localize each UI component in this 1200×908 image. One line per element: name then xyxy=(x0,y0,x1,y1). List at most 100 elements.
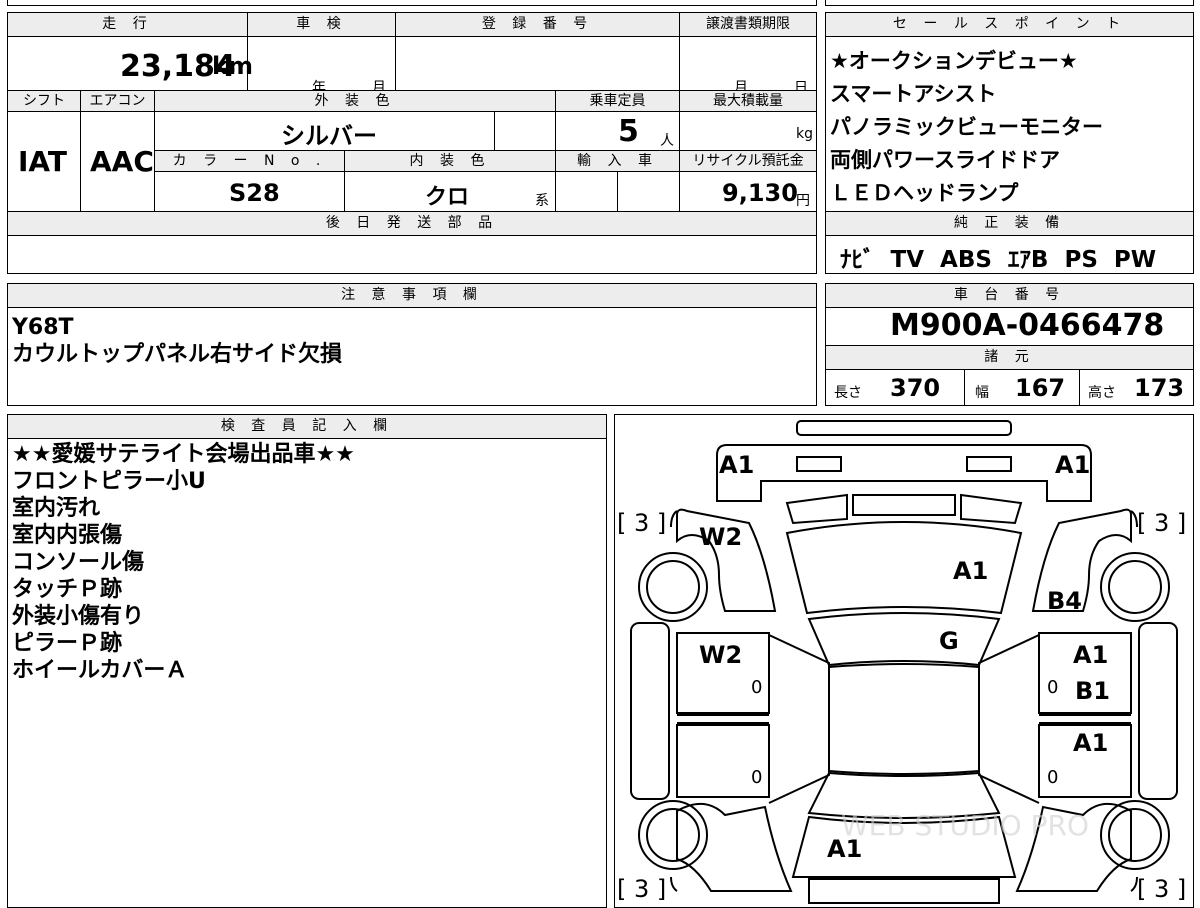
capacity-header: 乗車定員 xyxy=(555,90,680,112)
label-fender-right: B4 xyxy=(1047,587,1082,615)
shift-header: シフト xyxy=(7,90,81,112)
import-cell-1 xyxy=(555,171,618,212)
max-load-unit: kg xyxy=(796,126,813,142)
color-no-value: S28 xyxy=(229,179,280,207)
roof xyxy=(828,663,980,775)
inspector-panel: ★★愛媛サテライト会場出品車★★ フロントピラー小U 室内汚れ 室内内張傷 コン… xyxy=(7,438,607,908)
label-door-rr: A1 xyxy=(1073,729,1109,757)
chassis-header: 車 台 番 号 xyxy=(825,283,1194,308)
notes-line: Y68T xyxy=(12,315,74,340)
width-cell: 幅 167 xyxy=(964,369,1080,406)
front-bumper xyxy=(796,420,1012,436)
label-windshield: G xyxy=(939,627,959,655)
label-fender-left: W2 xyxy=(699,523,743,551)
exterior-color-value: シルバー xyxy=(281,122,377,150)
notes-line: カウルトップパネル右サイド欠損 xyxy=(12,342,343,367)
inspector-line: ★★愛媛サテライト会場出品車★★ xyxy=(12,442,355,467)
width-label: 幅 xyxy=(975,385,989,401)
deadline-header: 譲渡書類期限 xyxy=(679,12,817,37)
interior-color-value: クロ xyxy=(425,185,470,210)
tire-front-left-inner xyxy=(646,560,700,614)
shift-cell: IAT xyxy=(7,111,81,212)
sales-point-item: ＬＥＤヘッドランプ xyxy=(830,181,1019,205)
length-value: 370 xyxy=(890,374,941,402)
mark-door-rr: 0 xyxy=(1047,767,1059,788)
label-front-right: A1 xyxy=(1055,451,1091,479)
equipment-value: ﾅﾋﾞ TV ABS ｴｱB PS PW xyxy=(840,247,1157,273)
interior-color-header: 内 装 色 xyxy=(344,150,556,172)
front-body xyxy=(716,444,1092,502)
length-cell: 長さ 370 xyxy=(825,369,965,406)
recycle-header: リサイクル預託金 xyxy=(679,150,817,172)
color-no-header: カ ラ ー N o . xyxy=(154,150,345,172)
inspector-line: フロントピラー小U xyxy=(12,469,206,494)
label-front-left: A1 xyxy=(719,451,755,479)
mark-door-rl: 0 xyxy=(751,767,763,788)
exterior-color-cell: シルバー xyxy=(154,111,495,151)
inspector-line: コンソール傷 xyxy=(12,550,145,575)
recycle-unit: 円 xyxy=(796,193,810,209)
sales-points-panel: ★オークションデビュー★ スマートアシスト パノラミックビューモニター 両側パワ… xyxy=(825,36,1194,212)
inspector-line: ホイールカバーＡ xyxy=(12,658,188,683)
aircon-cell: AAC xyxy=(80,111,155,212)
label-rear: A1 xyxy=(827,835,863,863)
exterior-color-header: 外 装 色 xyxy=(154,90,556,112)
chassis-number: M900A-0466478 xyxy=(890,308,1165,343)
interior-color-cell: クロ 系 xyxy=(344,171,556,212)
headlight-left xyxy=(796,456,842,472)
bracket-rl xyxy=(670,876,678,892)
height-cell: 高さ 173 xyxy=(1079,369,1194,406)
label-tire-rl: [ 3 ] xyxy=(617,875,667,903)
grille-center xyxy=(852,494,956,516)
label-hood: A1 xyxy=(953,557,989,585)
right-quarter xyxy=(978,634,1040,804)
label-tire-fl: [ 3 ] xyxy=(617,509,667,537)
height-label: 高さ xyxy=(1088,385,1116,401)
capacity-unit: 人 xyxy=(660,133,674,149)
sales-point-item: スマートアシスト xyxy=(830,82,997,106)
aircon-value: AAC xyxy=(90,145,154,178)
inspector-line: 室内内張傷 xyxy=(12,523,123,548)
dimensions-header: 諸 元 xyxy=(825,345,1194,370)
vehicle-info-block: 走 行 車 検 登 録 番 号 譲渡書類期限 23,184 km 年 月 月 日… xyxy=(7,12,817,274)
sales-points-header: セ ー ル ス ポ イ ン ト xyxy=(825,12,1194,37)
watermark: WEB STUDIO PRO xyxy=(841,809,1089,842)
import-header: 輸 入 車 xyxy=(555,150,680,172)
mileage-header: 走 行 xyxy=(7,12,248,37)
label-door-fr-2: B1 xyxy=(1075,677,1110,705)
label-door-fr-1: A1 xyxy=(1073,641,1109,669)
headlight-right xyxy=(966,456,1012,472)
inspector-line: 室内汚れ xyxy=(12,496,101,521)
right-sill xyxy=(1138,622,1178,800)
label-tire-rr: [ 3 ] xyxy=(1137,875,1187,903)
left-quarter xyxy=(768,634,830,804)
tire-rear-left xyxy=(638,800,708,870)
recycle-value: 9,130 xyxy=(722,179,798,207)
import-cell-2 xyxy=(617,171,680,212)
equipment-header: 純 正 装 備 xyxy=(825,211,1194,236)
capacity-value: 5 xyxy=(618,114,639,149)
recycle-cell: 9,130 円 xyxy=(679,171,817,212)
notes-panel: Y68T カウルトップパネル右サイド欠損 xyxy=(7,307,817,406)
registration-header: 登 録 番 号 xyxy=(395,12,680,37)
mark-door-fl: 0 xyxy=(751,677,763,698)
top-right-cut-row xyxy=(825,0,1194,6)
left-sill xyxy=(630,622,670,800)
rear-bumper xyxy=(808,878,1000,904)
interior-color-unit: 系 xyxy=(535,193,549,209)
aircon-header: エアコン xyxy=(80,90,155,112)
inspector-line: タッチＰ跡 xyxy=(12,577,123,602)
tire-rear-right xyxy=(1100,800,1170,870)
exterior-color-extra-cell xyxy=(494,111,556,151)
height-value: 173 xyxy=(1134,374,1185,402)
sales-point-item: パノラミックビューモニター xyxy=(830,115,1103,139)
width-value: 167 xyxy=(1015,374,1066,402)
inspector-line: ピラーＰ跡 xyxy=(12,631,123,656)
sales-point-item: 両側パワースライドドア xyxy=(830,148,1060,172)
mark-door-fr: 0 xyxy=(1047,677,1059,698)
label-door-fl: W2 xyxy=(699,641,743,669)
tire-front-left xyxy=(638,552,708,622)
inspector-header: 検 査 員 記 入 欄 xyxy=(7,414,607,439)
max-load-cell: kg xyxy=(679,111,817,151)
later-parts-cell xyxy=(7,235,817,274)
